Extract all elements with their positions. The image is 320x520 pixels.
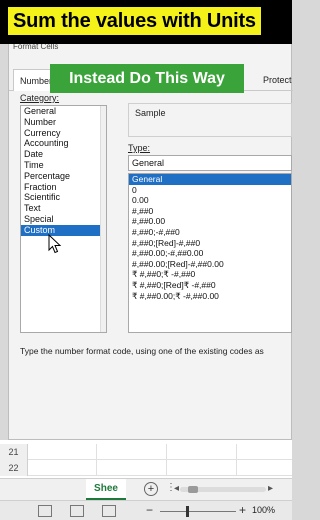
category-item-scientific[interactable]: Scientific	[21, 192, 106, 203]
column-divider	[166, 444, 167, 460]
sheet-tab-active[interactable]: Shee	[86, 479, 126, 500]
type-item[interactable]: General	[129, 174, 291, 185]
type-item[interactable]: #,##0.00;[Red]-#,##0.00	[129, 259, 291, 270]
category-label: Category:	[20, 93, 60, 103]
category-item-special[interactable]: Special	[21, 214, 106, 225]
zoom-in-button[interactable]: +	[239, 503, 246, 517]
type-item[interactable]: #,##0	[129, 206, 291, 217]
page-break-view-icon[interactable]	[102, 505, 116, 517]
type-item[interactable]: ₹ #,##0.00;₹ -#,##0.00	[129, 291, 291, 302]
category-item-percentage[interactable]: Percentage	[21, 171, 106, 182]
type-item[interactable]: #,##0;[Red]-#,##0	[129, 238, 291, 249]
column-divider	[96, 444, 97, 460]
top-banner: Sum the values with Units	[0, 0, 292, 44]
banner-title: Sum the values with Units	[8, 7, 261, 35]
horizontal-scroll-thumb[interactable]	[188, 486, 198, 493]
overlay-banner: Instead Do This Way	[50, 64, 244, 93]
zoom-out-button[interactable]: −	[146, 503, 153, 517]
category-list[interactable]: General Number Currency Accounting Date …	[20, 105, 107, 333]
column-divider	[96, 460, 97, 476]
row-header[interactable]: 21	[0, 444, 28, 460]
category-item-text[interactable]: Text	[21, 203, 106, 214]
add-sheet-button[interactable]: +	[144, 482, 158, 496]
table-row[interactable]: 21	[0, 444, 292, 460]
type-item[interactable]: ₹ #,##0;₹ -#,##0	[129, 269, 291, 280]
type-input[interactable]: General	[128, 155, 292, 171]
zoom-level[interactable]: 100%	[252, 505, 275, 515]
type-item[interactable]: 0	[129, 185, 291, 196]
sample-box: Sample	[128, 103, 292, 137]
category-item-currency[interactable]: Currency	[21, 128, 106, 139]
category-item-accounting[interactable]: Accounting	[21, 138, 106, 149]
category-scrollbar[interactable]	[100, 106, 106, 332]
type-hint-text: Type the number format code, using one o…	[20, 346, 264, 356]
category-item-number[interactable]: Number	[21, 117, 106, 128]
type-item[interactable]: #,##0.00;-#,##0.00	[129, 248, 291, 259]
type-item[interactable]: 0.00	[129, 195, 291, 206]
zoom-slider[interactable]	[160, 511, 236, 512]
worksheet-grid[interactable]: 21 22	[0, 440, 292, 480]
category-item-time[interactable]: Time	[21, 160, 106, 171]
type-list[interactable]: General 0 0.00 #,##0 #,##0.00 #,##0;-#,#…	[128, 173, 292, 333]
row-header[interactable]: 22	[0, 460, 28, 476]
category-item-fraction[interactable]: Fraction	[21, 182, 106, 193]
zoom-slider-thumb[interactable]	[186, 506, 189, 517]
type-item[interactable]: #,##0.00	[129, 216, 291, 227]
table-row[interactable]: 22	[0, 460, 292, 476]
status-bar: − + 100%	[0, 500, 292, 520]
mouse-cursor-icon	[48, 234, 62, 254]
category-item-custom[interactable]: Custom	[21, 224, 106, 236]
scroll-right-icon[interactable]: ▸	[268, 483, 273, 494]
page-layout-view-icon[interactable]	[70, 505, 84, 517]
scroll-left-icon[interactable]: ◂	[174, 483, 179, 494]
category-item-general[interactable]: General	[21, 106, 106, 117]
category-item-date[interactable]: Date	[21, 149, 106, 160]
column-divider	[236, 460, 237, 476]
type-item[interactable]: ₹ #,##0;[Red]₹ -#,##0	[129, 280, 291, 291]
column-divider	[236, 444, 237, 460]
sample-label: Sample	[135, 108, 166, 118]
tab-protection[interactable]: Protect	[257, 69, 298, 91]
type-item[interactable]: #,##0;-#,##0	[129, 227, 291, 238]
normal-view-icon[interactable]	[38, 505, 52, 517]
type-label: Type:	[128, 143, 151, 153]
column-divider	[166, 460, 167, 476]
sheet-tab-bar: Shee + ⋮ ◂ ▸	[0, 478, 292, 500]
